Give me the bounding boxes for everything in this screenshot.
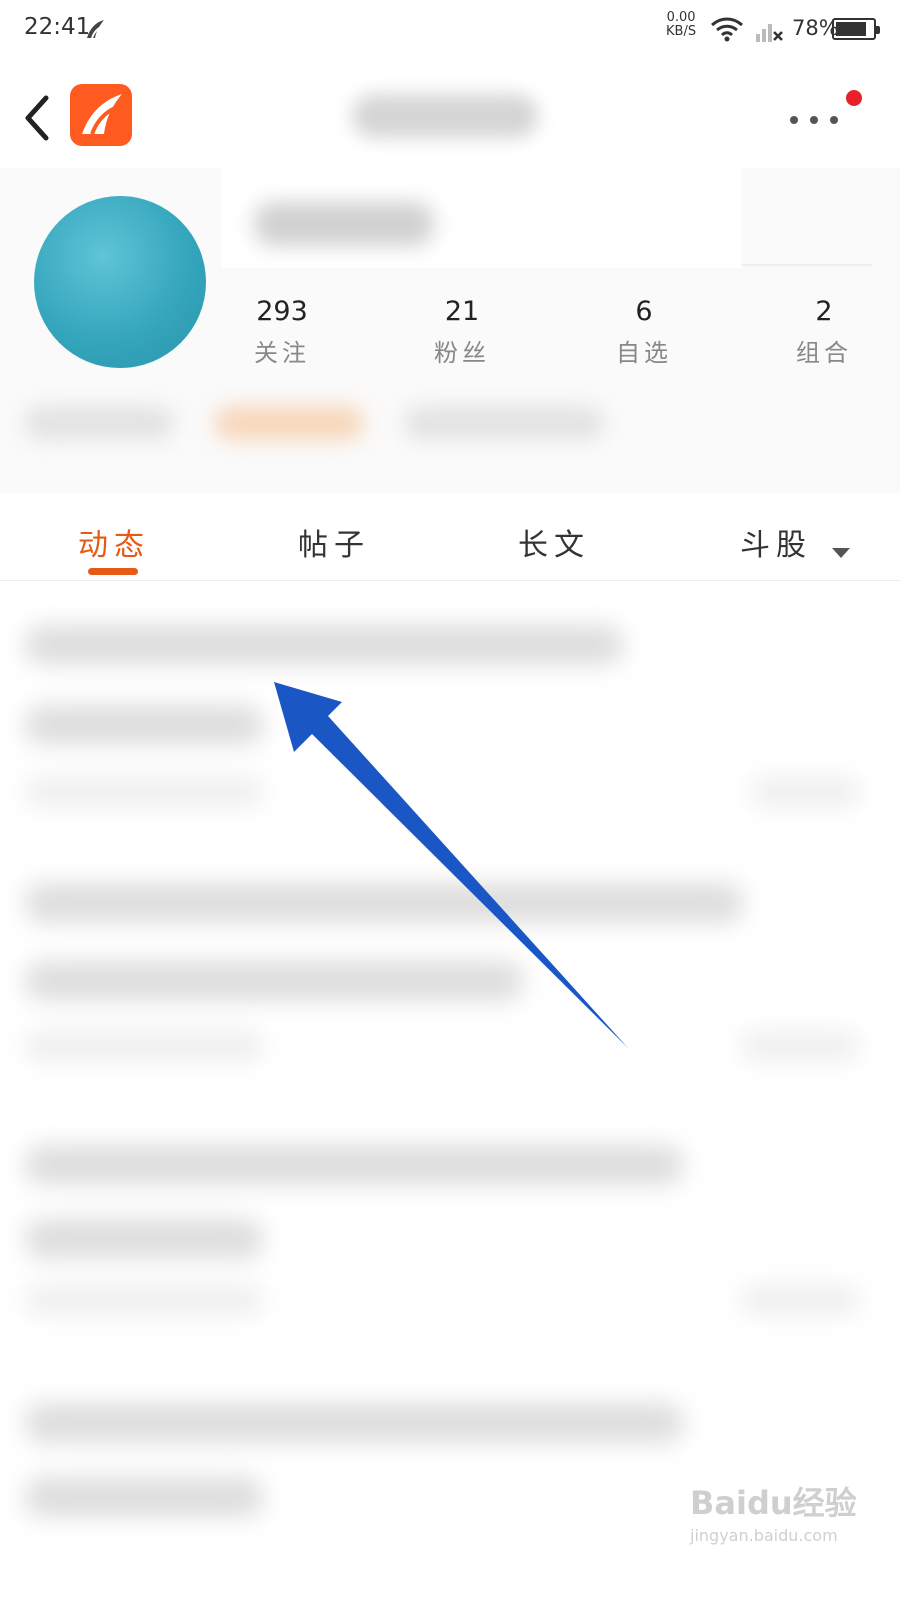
watermark-url: jingyan.baidu.com — [690, 1526, 838, 1545]
watermark-main: Baidu经验 — [690, 1484, 857, 1522]
baidu-jingyan-watermark: Baidu经验 jingyan.baidu.com — [690, 1478, 880, 1545]
annotation-arrow — [274, 682, 628, 1048]
